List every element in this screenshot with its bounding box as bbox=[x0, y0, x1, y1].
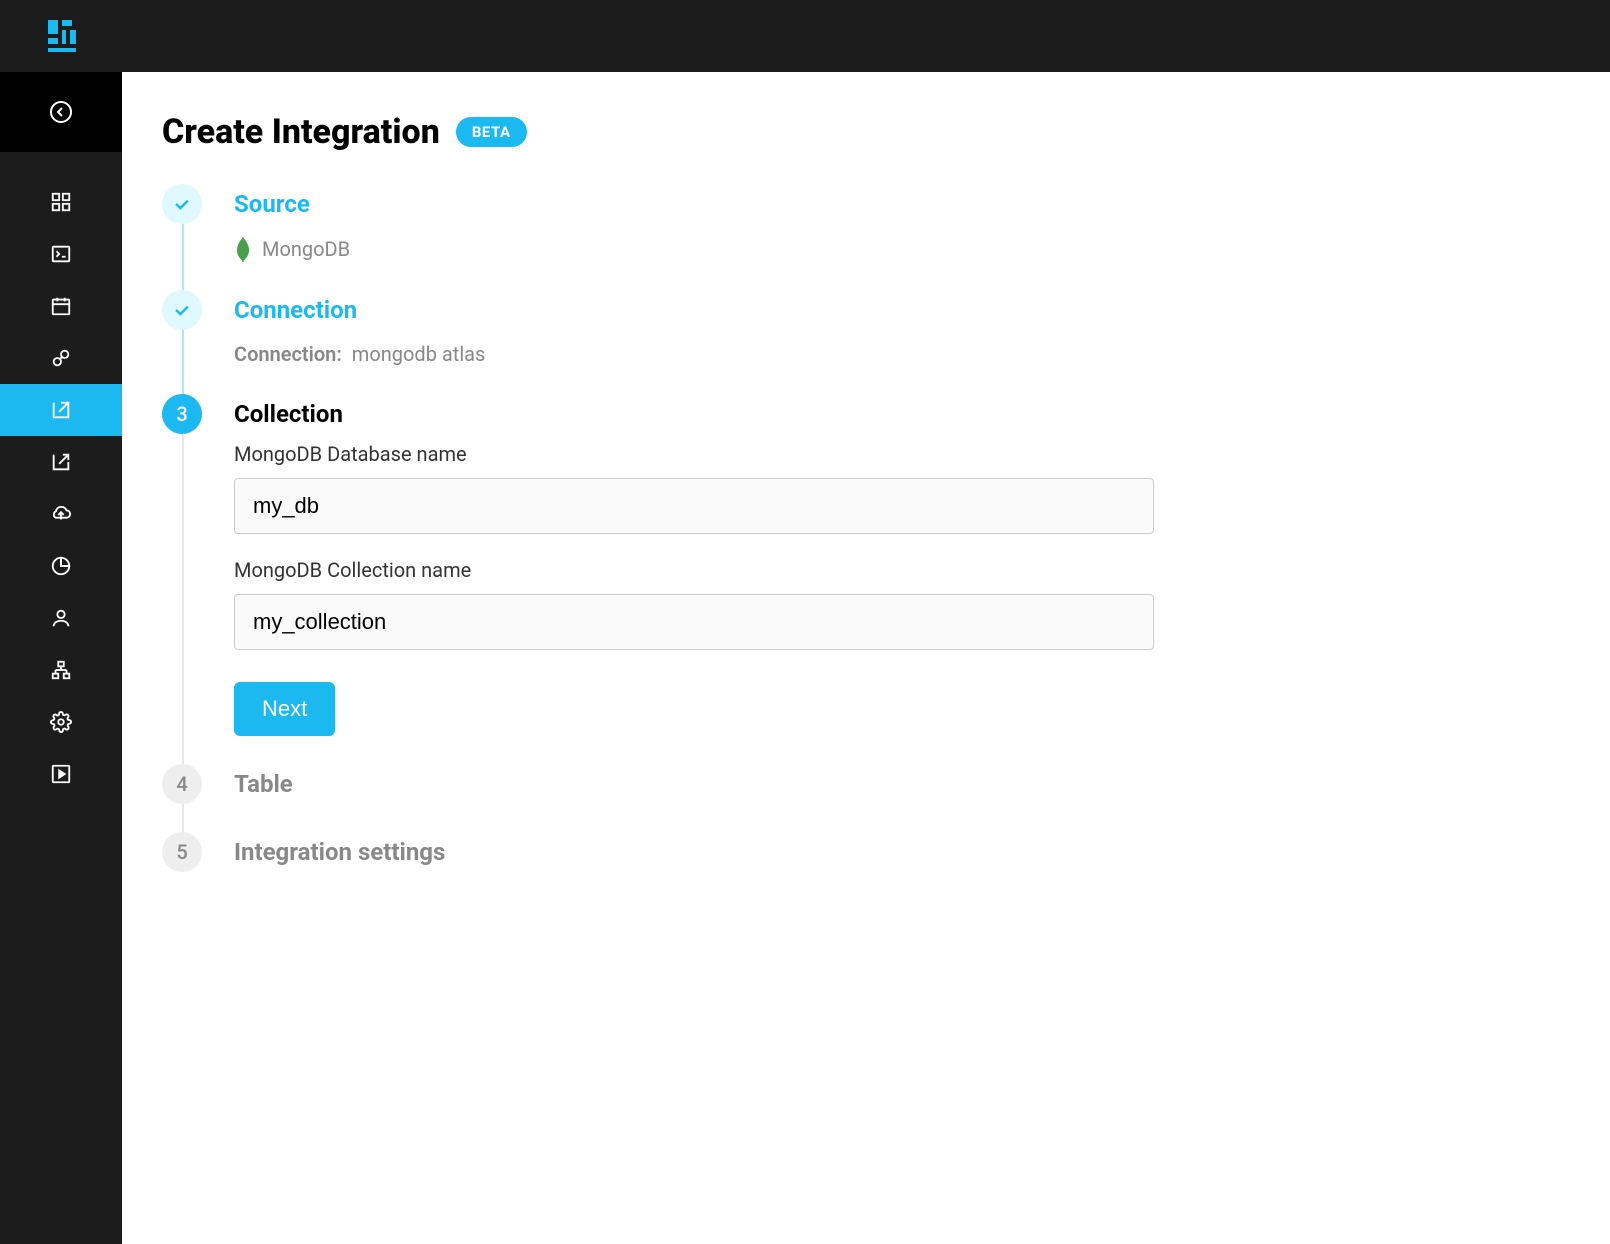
step-source-value: MongoDB bbox=[262, 237, 350, 261]
nav-connection[interactable] bbox=[0, 332, 122, 384]
step-collection-indicator: 3 bbox=[162, 394, 202, 434]
step-connection[interactable]: Connection Connection: mongodb atlas bbox=[162, 290, 1570, 394]
next-button[interactable]: Next bbox=[234, 682, 335, 736]
step-integration-settings[interactable]: 5 Integration settings bbox=[162, 832, 1570, 900]
nav-settings[interactable] bbox=[0, 696, 122, 748]
collection-name-label: MongoDB Collection name bbox=[234, 558, 1570, 582]
step-source-title: Source bbox=[234, 184, 1570, 224]
step-table-indicator: 4 bbox=[162, 764, 202, 804]
db-name-label: MongoDB Database name bbox=[234, 442, 1570, 466]
step-collection: 3 Collection MongoDB Database name Mongo… bbox=[162, 394, 1570, 764]
step-connection-title: Connection bbox=[234, 290, 1570, 330]
back-button[interactable] bbox=[0, 72, 122, 152]
step-connection-indicator bbox=[162, 290, 202, 330]
nav-chart[interactable] bbox=[0, 540, 122, 592]
step-source-indicator bbox=[162, 184, 202, 224]
nav-play[interactable] bbox=[0, 748, 122, 800]
nav-user[interactable] bbox=[0, 592, 122, 644]
nav-org[interactable] bbox=[0, 644, 122, 696]
app-logo bbox=[48, 20, 80, 52]
connection-sub-label: Connection: bbox=[234, 342, 342, 366]
step-source[interactable]: Source MongoDB bbox=[162, 184, 1570, 290]
step-collection-title: Collection bbox=[234, 394, 1570, 434]
sidebar bbox=[0, 72, 122, 1244]
nav-export[interactable] bbox=[0, 436, 122, 488]
page-title: Create Integration bbox=[162, 112, 440, 152]
nav-terminal[interactable] bbox=[0, 228, 122, 280]
topbar bbox=[0, 0, 1610, 72]
side-nav bbox=[0, 152, 122, 800]
nav-dashboard[interactable] bbox=[0, 176, 122, 228]
collection-name-input[interactable] bbox=[234, 594, 1154, 650]
main-content: Create Integration BETA Source MongoDB bbox=[122, 72, 1610, 1244]
step-settings-title: Integration settings bbox=[234, 832, 1570, 872]
step-settings-indicator: 5 bbox=[162, 832, 202, 872]
db-name-input[interactable] bbox=[234, 478, 1154, 534]
nav-cloud[interactable] bbox=[0, 488, 122, 540]
connection-sub-value: mongodb atlas bbox=[352, 342, 486, 366]
step-table[interactable]: 4 Table bbox=[162, 764, 1570, 832]
mongodb-icon bbox=[234, 236, 252, 262]
nav-calendar[interactable] bbox=[0, 280, 122, 332]
step-table-title: Table bbox=[234, 764, 1570, 804]
nav-import[interactable] bbox=[0, 384, 122, 436]
beta-badge: BETA bbox=[456, 117, 527, 147]
